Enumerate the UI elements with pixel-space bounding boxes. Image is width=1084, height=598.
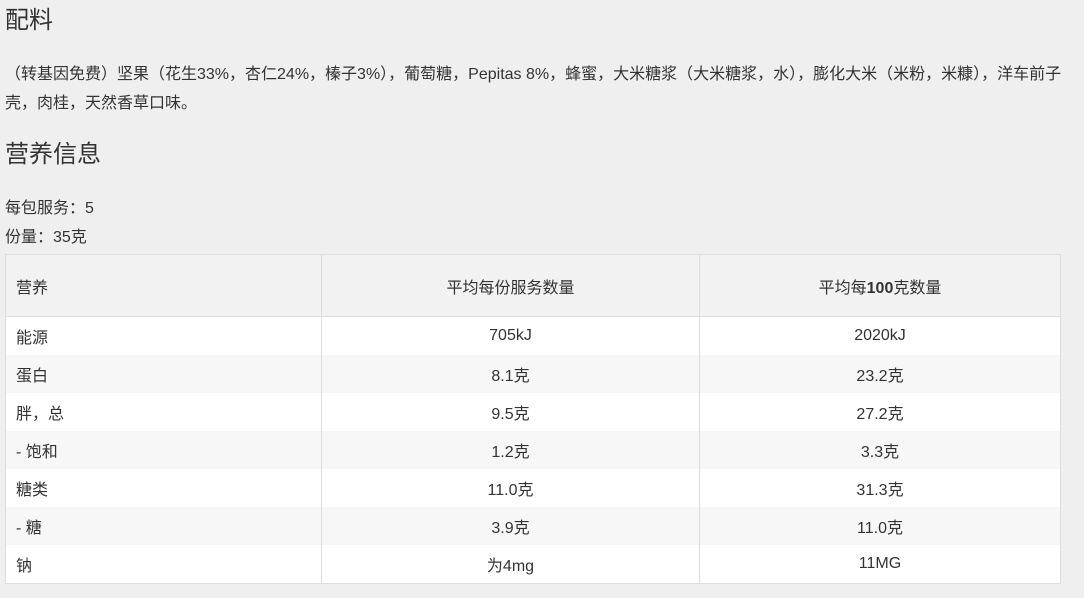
page: 配料 （转基因免费）坚果（花生33%，杏仁24%，榛子3%），葡萄糖，Pepit… xyxy=(0,0,1084,598)
table-row: 糖类 11.0克 31.3克 xyxy=(5,469,1061,507)
row-per-serving: 11.0克 xyxy=(321,469,700,507)
row-per-100g: 11MG xyxy=(699,545,1061,584)
header-per-100g-prefix: 平均每 xyxy=(818,279,867,297)
row-per-serving: 为4mg xyxy=(321,545,700,584)
table-row: 蛋白 8.1克 23.2克 xyxy=(5,355,1061,393)
row-per-serving: 9.5克 xyxy=(321,393,700,431)
row-per-serving: 1.2克 xyxy=(321,431,700,469)
table-row: 能源 705kJ 2020kJ xyxy=(5,316,1061,355)
row-per-serving: 705kJ xyxy=(321,316,700,355)
row-per-100g: 3.3克 xyxy=(699,431,1061,469)
row-nutrient: 钠 xyxy=(5,545,322,584)
header-per-serving: 平均每份服务数量 xyxy=(321,254,700,317)
table-row: 钠 为4mg 11MG xyxy=(5,545,1061,584)
nutrition-table: 营养 平均每份服务数量 平均每100克数量 能源 705kJ 2020kJ 蛋白… xyxy=(5,254,1061,584)
row-per-100g: 23.2克 xyxy=(699,355,1061,393)
row-nutrient: - 饱和 xyxy=(5,431,322,469)
row-nutrient: - 糖 xyxy=(5,507,322,545)
ingredients-text: （转基因免费）坚果（花生33%，杏仁24%，榛子3%），葡萄糖，Pepitas … xyxy=(5,66,1062,112)
row-nutrient: 胖，总 xyxy=(5,393,322,431)
table-row: - 饱和 1.2克 3.3克 xyxy=(5,431,1061,469)
row-nutrient: 蛋白 xyxy=(5,355,322,393)
table-row: - 糖 3.9克 11.0克 xyxy=(5,507,1061,545)
header-per-100g-number: 100 xyxy=(866,279,894,297)
header-nutrient: 营养 xyxy=(5,254,322,317)
row-per-100g: 11.0克 xyxy=(699,507,1061,545)
servings-per-pack: 每包服务：5 xyxy=(5,200,94,217)
header-per-100g-suffix: 克数量 xyxy=(893,279,942,297)
nutrition-table-header: 营养 平均每份服务数量 平均每100克数量 xyxy=(5,254,1061,317)
header-row: 营养 平均每份服务数量 平均每100克数量 xyxy=(5,254,1061,317)
row-nutrient: 能源 xyxy=(5,316,322,355)
nutrition-table-body: 能源 705kJ 2020kJ 蛋白 8.1克 23.2克 胖，总 9.5克 2… xyxy=(5,316,1061,584)
row-per-100g: 27.2克 xyxy=(699,393,1061,431)
row-nutrient: 糖类 xyxy=(5,469,322,507)
nutrition-heading: 营养信息 xyxy=(5,141,101,168)
header-per-100g: 平均每100克数量 xyxy=(699,254,1061,317)
row-per-100g: 2020kJ xyxy=(699,316,1061,355)
row-per-serving: 3.9克 xyxy=(321,507,700,545)
table-row: 胖，总 9.5克 27.2克 xyxy=(5,393,1061,431)
row-per-serving: 8.1克 xyxy=(321,355,700,393)
ingredients-heading: 配料 xyxy=(5,7,53,34)
serving-size: 份量：35克 xyxy=(5,229,87,246)
row-per-100g: 31.3克 xyxy=(699,469,1061,507)
